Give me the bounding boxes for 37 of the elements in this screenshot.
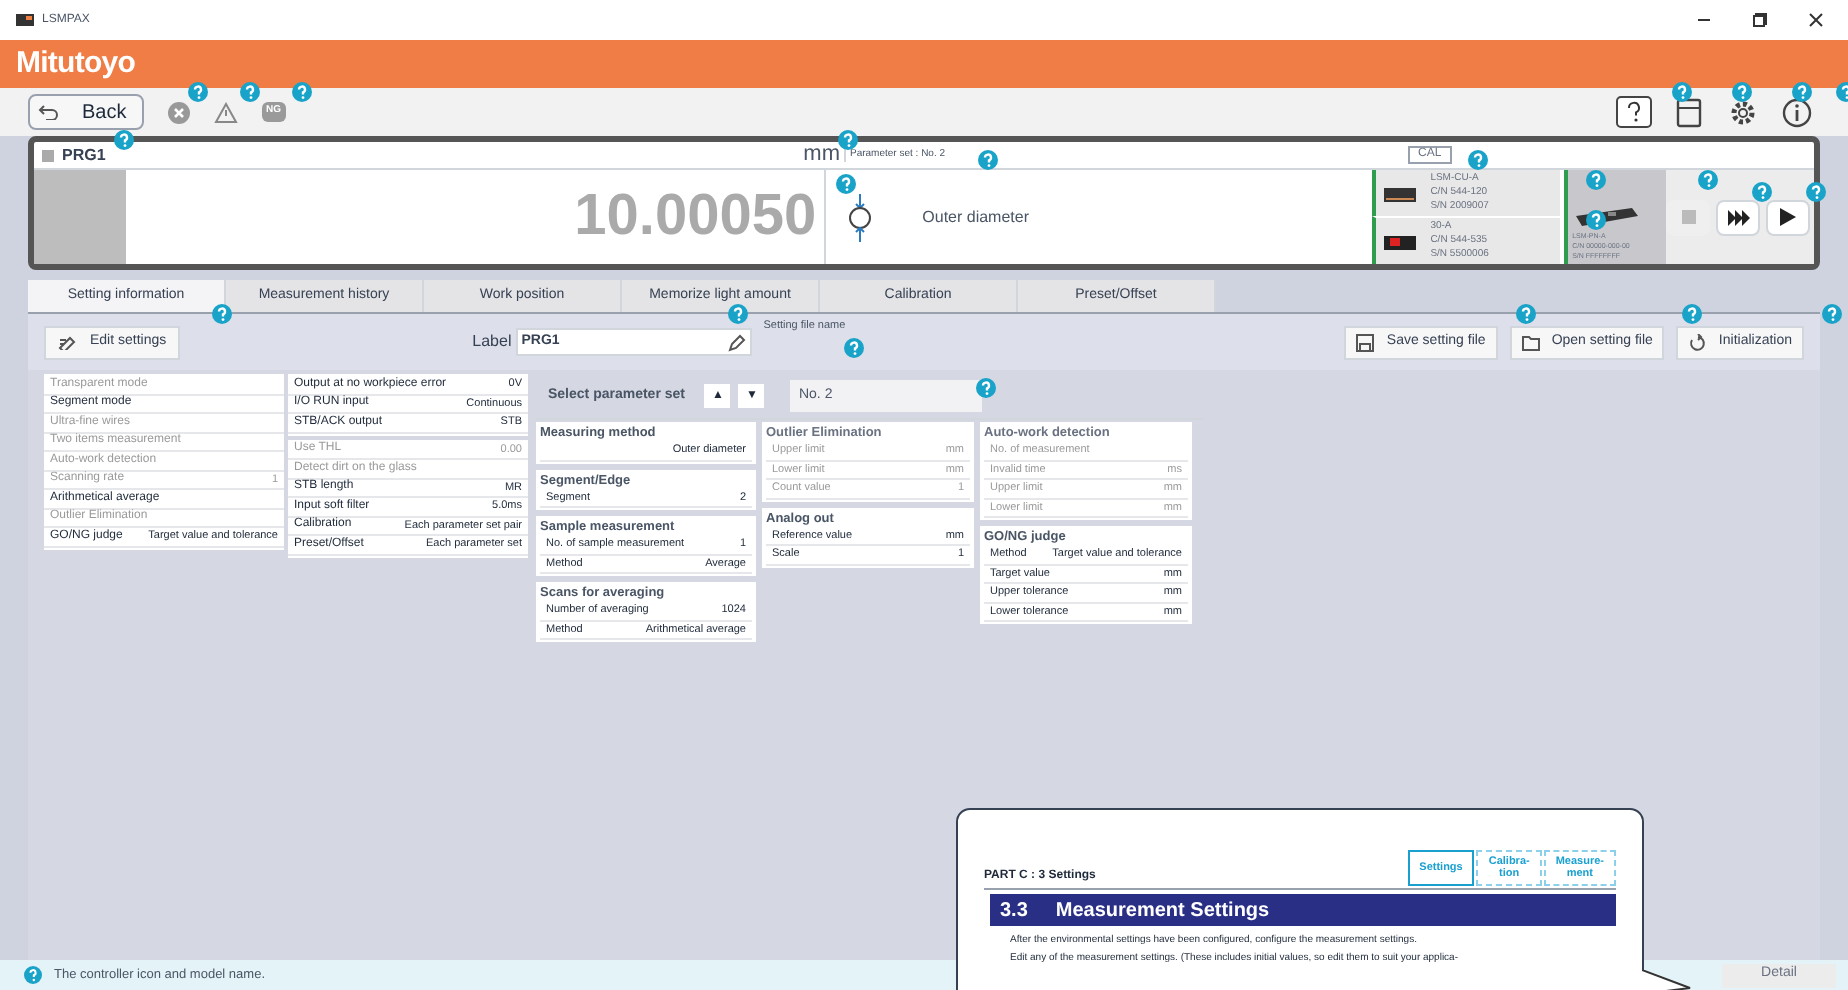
back-arrow-icon [38, 104, 58, 120]
error-icon [168, 101, 190, 123]
continuous-run-button[interactable] [1716, 199, 1760, 235]
unit-label: mm [803, 144, 842, 166]
fast-forward-icon [1727, 209, 1749, 225]
reset-icon [1688, 333, 1707, 351]
help-icon[interactable] [1616, 96, 1652, 128]
controller-icon [1382, 231, 1419, 251]
program-name: PRG1 [62, 143, 106, 167]
back-button[interactable]: Back [28, 94, 144, 130]
app-icon [16, 14, 34, 26]
play-icon [1780, 208, 1796, 226]
pencil-icon[interactable] [727, 333, 746, 351]
status-block [34, 170, 126, 264]
save-icon [1356, 333, 1375, 351]
help-icon[interactable] [1586, 210, 1606, 230]
close-icon[interactable] [1808, 12, 1824, 28]
controller-icon [1382, 183, 1419, 203]
program-square-icon [42, 149, 54, 161]
help-icon[interactable] [1792, 82, 1812, 102]
measured-value: 10.00050 [574, 188, 817, 246]
warning-icon [214, 101, 238, 123]
run-button[interactable] [1766, 199, 1810, 235]
outer-diameter-icon [846, 193, 875, 241]
measuring-method: Outer diameter [922, 205, 1029, 229]
stop-icon [1681, 210, 1695, 224]
restore-icon[interactable] [1752, 12, 1768, 28]
document-icon[interactable] [1676, 97, 1704, 127]
section-heading: 3.3 Measurement Settings [990, 894, 1616, 926]
label-caption: Label [472, 330, 512, 354]
info-icon[interactable] [1782, 97, 1812, 127]
help-icon[interactable] [1672, 82, 1692, 102]
folder-icon [1521, 333, 1540, 351]
settings-icon[interactable] [1728, 97, 1758, 127]
help-icon [24, 966, 42, 984]
edit-icon [58, 334, 78, 350]
brand-logo: Mitutoyo [16, 43, 135, 84]
